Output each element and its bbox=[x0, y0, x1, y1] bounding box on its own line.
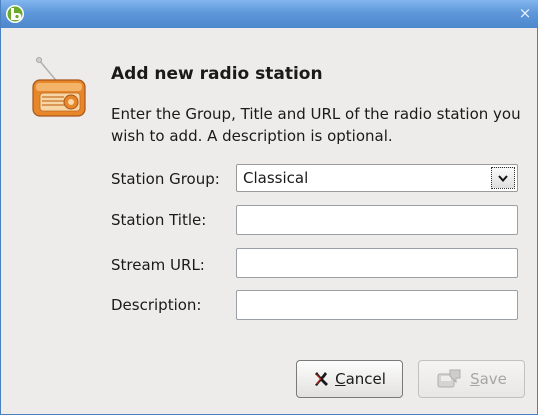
dialog-window: × Add new radio station Enter the Group,… bbox=[0, 0, 538, 415]
dialog-heading: Add new radio station bbox=[111, 64, 323, 84]
cancel-button[interactable]: Cancel bbox=[296, 360, 403, 398]
cancel-x-icon bbox=[315, 372, 329, 386]
title-bar[interactable]: × bbox=[1, 0, 538, 28]
description-input[interactable] bbox=[236, 290, 518, 320]
save-icon bbox=[437, 369, 461, 388]
save-button-label: Save bbox=[470, 370, 507, 388]
cancel-button-label: Cancel bbox=[335, 370, 386, 388]
dialog-description: Enter the Group, Title and URL of the ra… bbox=[111, 105, 521, 145]
save-button[interactable]: Save bbox=[418, 360, 525, 398]
app-logo-icon[interactable] bbox=[5, 4, 25, 24]
radio-icon bbox=[32, 57, 86, 117]
close-icon: × bbox=[518, 4, 532, 22]
stream-url-label: Stream URL: bbox=[111, 256, 205, 274]
chevron-down-icon bbox=[498, 174, 508, 182]
close-button[interactable]: × bbox=[517, 5, 533, 21]
station-group-value: Classical bbox=[243, 169, 309, 187]
description-label: Description: bbox=[111, 296, 202, 314]
station-title-label: Station Title: bbox=[111, 211, 207, 229]
station-title-input[interactable] bbox=[236, 205, 518, 235]
station-group-dropdown-button[interactable] bbox=[491, 167, 515, 189]
stream-url-input[interactable] bbox=[236, 248, 518, 278]
station-group-combo[interactable]: Classical bbox=[236, 164, 518, 192]
station-group-label: Station Group: bbox=[111, 170, 220, 188]
